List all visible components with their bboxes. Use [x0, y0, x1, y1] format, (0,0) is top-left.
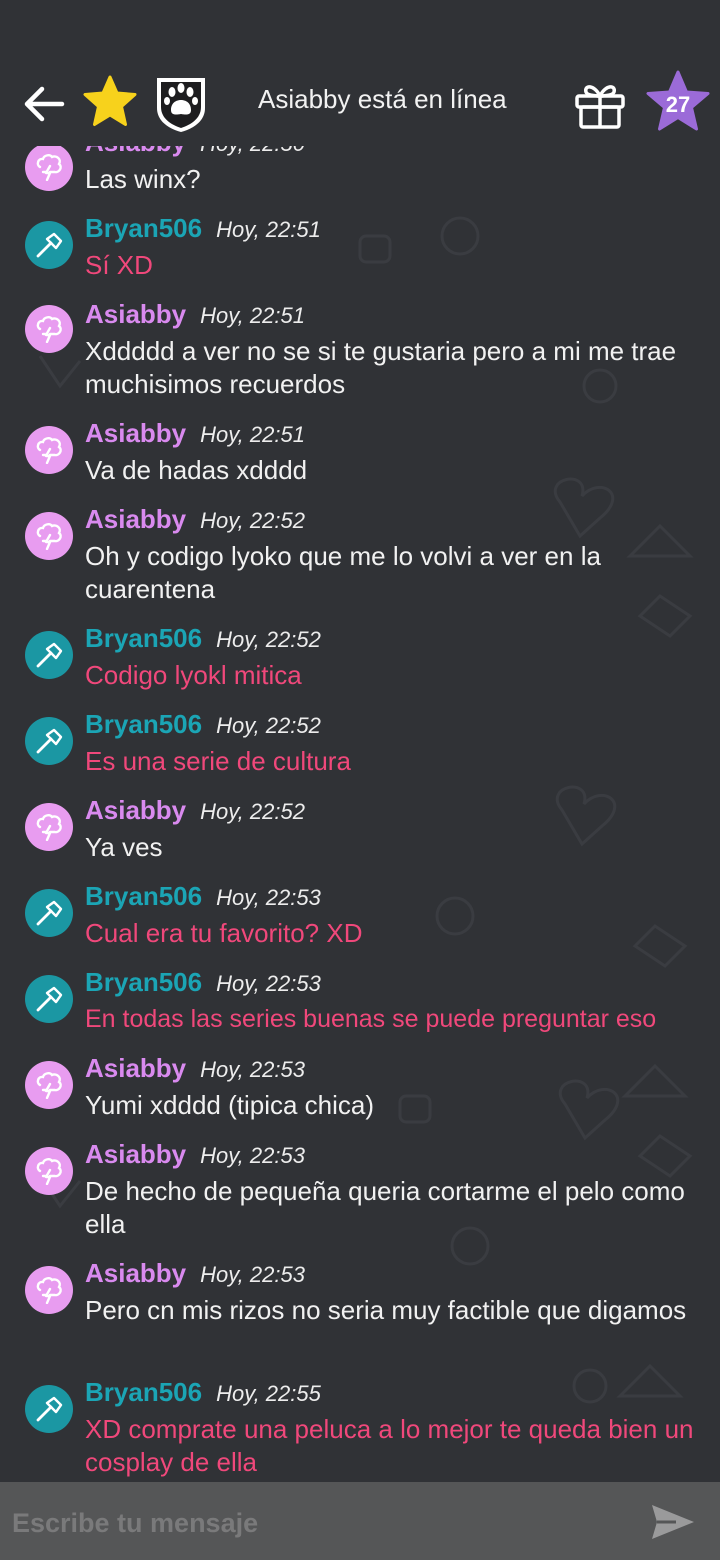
user-avatar[interactable] — [25, 889, 73, 937]
message-time: Hoy, 22:55 — [216, 1381, 321, 1406]
brain-lightning-icon — [36, 1072, 62, 1099]
message-meta: Asiabby Hoy, 22:53 — [85, 1053, 305, 1084]
sender-name[interactable]: Bryan506 — [85, 881, 202, 911]
sender-name[interactable]: Asiabby — [85, 504, 186, 534]
message-text: Pero cn mis rizos no seria muy factible … — [85, 1295, 687, 1325]
hammer-icon — [36, 232, 63, 258]
message-time: Hoy, 22:53 — [216, 885, 321, 910]
user-avatar[interactable] — [25, 1061, 73, 1109]
brain-lightning-icon — [36, 316, 62, 343]
sender-name[interactable]: Bryan506 — [85, 1377, 202, 1407]
user-avatar[interactable] — [25, 512, 73, 560]
message-list[interactable]: Asiabby Hoy, 22:50 Las winx? Bryan506 Hoy,… — [0, 146, 720, 1482]
user-avatar[interactable] — [25, 1266, 73, 1314]
message-time: Hoy, 22:53 — [200, 1262, 305, 1287]
paw-icon[interactable] — [152, 74, 210, 134]
message-text: Yumi xdddd (tipica chica) — [85, 1090, 375, 1120]
message-text: Ya ves — [85, 832, 163, 862]
message-meta: Bryan506 Hoy, 22:53 — [85, 967, 321, 998]
user-avatar[interactable] — [25, 975, 73, 1023]
message-input[interactable] — [10, 1502, 614, 1544]
sender-name[interactable]: Bryan506 — [85, 967, 202, 997]
status-bar — [0, 0, 720, 62]
sender-name[interactable]: Asiabby — [85, 1139, 186, 1169]
user-avatar[interactable] — [25, 426, 73, 474]
message-time: Hoy, 22:52 — [200, 799, 305, 824]
message-meta: Bryan506 Hoy, 22:52 — [85, 623, 321, 654]
message-meta: Bryan506 Hoy, 22:52 — [85, 709, 321, 740]
message-time: Hoy, 22:50 — [200, 146, 305, 156]
sender-name[interactable]: Bryan506 — [85, 623, 202, 653]
message-meta: Bryan506 Hoy, 22:55 — [85, 1377, 321, 1408]
message-text: De hecho de pequeña queria cortarme el p… — [85, 1176, 685, 1239]
message-meta: Asiabby Hoy, 22:51 — [85, 418, 305, 449]
star-icon[interactable] — [82, 74, 138, 130]
message-text: Codigo lyokl mitica — [85, 660, 302, 690]
message-composer — [0, 1482, 720, 1560]
message-text: Las winx? — [85, 164, 201, 194]
sender-name[interactable]: Asiabby — [85, 795, 186, 825]
sender-name[interactable]: Asiabby — [85, 418, 186, 448]
send-icon[interactable] — [650, 1502, 696, 1542]
sender-name[interactable]: Bryan506 — [85, 213, 202, 243]
gift-icon[interactable] — [574, 80, 626, 130]
sender-name[interactable]: Bryan506 — [85, 709, 202, 739]
brain-lightning-icon — [36, 1158, 62, 1185]
message-time: Hoy, 22:53 — [216, 971, 321, 996]
brain-lightning-icon — [36, 523, 62, 550]
message-time: Hoy, 22:52 — [200, 508, 305, 533]
sender-name[interactable]: Asiabby — [85, 1053, 186, 1083]
user-avatar[interactable] — [25, 221, 73, 269]
badge-count: 27 — [665, 92, 691, 117]
brain-lightning-icon — [36, 154, 62, 181]
message-text: Oh y codigo lyoko que me lo volvi a ver … — [85, 541, 601, 604]
message-text: En todas las series buenas se puede preg… — [85, 1005, 657, 1033]
message-text: Es una serie de cultura — [85, 746, 351, 776]
message-time: Hoy, 22:52 — [216, 627, 321, 652]
message-text: Cual era tu favorito? XD — [85, 918, 363, 948]
user-avatar[interactable] — [25, 803, 73, 851]
user-avatar[interactable] — [25, 1147, 73, 1195]
hammer-icon — [36, 642, 63, 668]
message-time: Hoy, 22:53 — [200, 1143, 305, 1168]
message-meta: Asiabby Hoy, 22:53 — [85, 1258, 305, 1289]
chat-header: Asiabby está en línea 27 — [0, 62, 720, 146]
brain-lightning-icon — [36, 814, 62, 841]
chat-title: Asiabby está en línea — [258, 84, 507, 114]
back-arrow-icon[interactable] — [22, 82, 66, 126]
message-time: Hoy, 22:53 — [200, 1057, 305, 1082]
message-text: XD comprate una peluca a lo mejor te que… — [85, 1414, 694, 1477]
message-time: Hoy, 22:51 — [216, 217, 321, 242]
message-meta: Asiabby Hoy, 22:52 — [85, 504, 305, 535]
message-meta: Bryan506 Hoy, 22:53 — [85, 881, 321, 912]
message-time: Hoy, 22:51 — [200, 422, 305, 447]
sender-name[interactable]: Asiabby — [85, 1258, 186, 1288]
user-avatar[interactable] — [25, 305, 73, 353]
hammer-icon — [36, 900, 63, 926]
message-time: Hoy, 22:51 — [200, 303, 305, 328]
user-avatar[interactable] — [25, 1385, 73, 1433]
message-meta: Asiabby Hoy, 22:51 — [85, 299, 305, 330]
brain-lightning-icon — [36, 1277, 62, 1304]
message-text: Xddddd a ver no se si te gustaria pero a… — [85, 336, 677, 399]
message-meta: Asiabby Hoy, 22:50 — [85, 146, 305, 158]
hammer-icon — [36, 986, 63, 1012]
hammer-icon — [36, 728, 63, 754]
sender-name[interactable]: Asiabby — [85, 146, 186, 157]
user-avatar[interactable] — [25, 717, 73, 765]
sender-name[interactable]: Asiabby — [85, 299, 186, 329]
brain-lightning-icon — [36, 437, 62, 464]
message-text: Va de hadas xdddd — [85, 455, 308, 485]
message-text: Sí XD — [85, 250, 153, 280]
message-meta: Bryan506 Hoy, 22:51 — [85, 213, 321, 244]
message-meta: Asiabby Hoy, 22:53 — [85, 1139, 305, 1170]
hammer-icon — [36, 1396, 63, 1422]
message-meta: Asiabby Hoy, 22:52 — [85, 795, 305, 826]
user-avatar[interactable] — [25, 631, 73, 679]
message-time: Hoy, 22:52 — [216, 713, 321, 738]
